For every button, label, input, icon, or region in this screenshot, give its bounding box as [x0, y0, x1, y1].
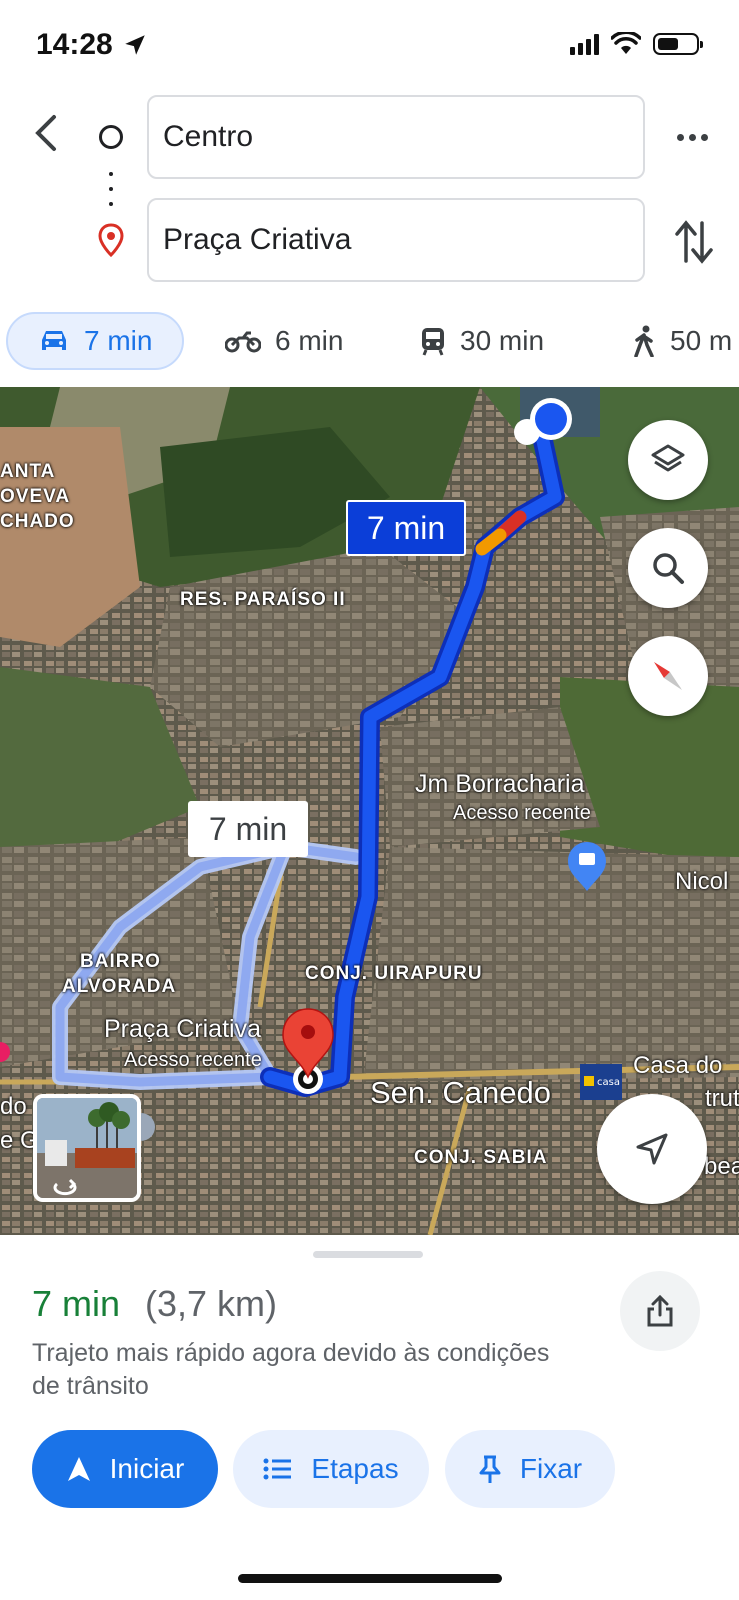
pin-trip-button[interactable]: Fixar	[445, 1430, 615, 1508]
place-jm-borracharia[interactable]: Jm Borracharia	[415, 770, 585, 799]
map-label-conj-uirapuru: CONJ. UIRAPURU	[305, 963, 483, 984]
map-label-bairro: BAIRRO	[80, 951, 161, 972]
transit-icon	[422, 328, 444, 356]
location-arrow-icon	[125, 35, 145, 55]
steps-button[interactable]: Etapas	[233, 1430, 429, 1508]
compass-icon	[654, 662, 682, 690]
route-description: Trajeto mais rápido agora devido às cond…	[32, 1339, 550, 1400]
more-options-button[interactable]	[668, 120, 716, 154]
map-label-santa-genoveva-1: ANTA	[0, 461, 56, 482]
pin-label: Fixar	[519, 1453, 583, 1484]
tab-motorcycle-label: 6 min	[275, 325, 344, 356]
start-label: Iniciar	[109, 1453, 185, 1484]
origin-input[interactable]: Centro	[147, 95, 645, 179]
swap-directions-button[interactable]	[672, 217, 716, 267]
status-time: 14:28	[36, 28, 113, 61]
navigation-arrow-icon	[636, 1133, 668, 1165]
map-label-alvorada: ALVORADA	[62, 976, 177, 997]
origin-circle-icon	[99, 125, 123, 149]
route-distance: (3,7 km)	[145, 1283, 278, 1324]
travel-mode-tabs: 7 min 6 min 30 min 50 m	[0, 312, 739, 372]
place-jm-borracharia-sub: Acesso recente	[453, 802, 591, 824]
map-label-bea: bea	[704, 1153, 739, 1180]
car-icon	[42, 331, 66, 350]
eta-time: 7 min	[32, 1283, 121, 1324]
destination-input[interactable]: Praça Criativa	[147, 198, 645, 282]
map-label-santa-genoveva-2: OVEVA	[0, 486, 71, 507]
search-icon	[653, 553, 684, 584]
place-praca-criativa[interactable]: Praça Criativa	[104, 1015, 261, 1044]
route-time-badge-alternative[interactable]: 7 min	[188, 801, 308, 857]
map-label-nicol: Nicol	[675, 868, 729, 895]
layers-button[interactable]	[628, 420, 708, 500]
map-label-sen-canedo: Sen. Canedo	[370, 1075, 551, 1110]
tab-walk[interactable]: 50 m	[632, 312, 732, 370]
destination-pin-icon	[98, 223, 124, 257]
tab-car-label: 7 min	[84, 325, 153, 356]
navigation-arrow-icon	[67, 1457, 90, 1481]
street-view-thumbnail[interactable]	[33, 1094, 141, 1202]
layers-icon	[651, 444, 685, 472]
compass-button[interactable]	[628, 636, 708, 716]
status-bar: 14:28	[0, 0, 739, 90]
share-icon	[647, 1294, 673, 1327]
tab-transit[interactable]: 30 min	[420, 312, 544, 370]
map-label-santa-genoveva-3: CHADO	[0, 511, 75, 532]
directions-bottom-sheet[interactable]: 7 min (3,7 km) Trajeto mais rápido agora…	[0, 1237, 739, 1600]
sheet-drag-handle[interactable]	[313, 1251, 423, 1258]
walk-icon	[634, 325, 654, 357]
tab-car[interactable]: 7 min	[6, 312, 184, 370]
my-location-button[interactable]	[597, 1094, 707, 1204]
home-indicator[interactable]	[238, 1574, 502, 1583]
route-time-badge-primary[interactable]: 7 min	[346, 500, 466, 556]
battery-icon	[653, 33, 703, 55]
map-label-conj-sabia: CONJ. SABIA	[414, 1147, 548, 1168]
tab-transit-label: 30 min	[460, 325, 545, 356]
map-label-trut: trut	[705, 1085, 739, 1112]
list-icon	[263, 1458, 292, 1480]
status-indicators	[570, 32, 703, 56]
search-along-route-button[interactable]	[628, 528, 708, 608]
casa-logo-text: casa	[597, 1077, 620, 1088]
map-label-res-paraiso: RES. PARAÍSO II	[180, 589, 346, 610]
motorcycle-icon	[225, 331, 261, 353]
wifi-icon	[611, 32, 641, 54]
map-view[interactable]: casa ANTA OVEVA CHADO RES. PARAÍSO II BA…	[0, 387, 739, 1235]
map-label-casa-do: Casa do	[633, 1052, 723, 1079]
tab-motorcycle[interactable]: 6 min	[225, 312, 343, 370]
place-praca-criativa-sub: Acesso recente	[124, 1049, 262, 1071]
street-view-image	[37, 1098, 137, 1198]
map-label-do-edge: do	[0, 1093, 27, 1120]
steps-label: Etapas	[311, 1453, 399, 1484]
start-navigation-button[interactable]: Iniciar	[32, 1430, 218, 1508]
back-arrow-icon	[35, 115, 56, 151]
route-connector-dots	[109, 172, 113, 206]
back-button[interactable]	[26, 108, 66, 158]
cellular-signal-icon	[570, 33, 599, 55]
pin-icon	[479, 1455, 501, 1483]
share-button[interactable]	[620, 1271, 700, 1351]
tab-walk-label: 50 m	[670, 325, 733, 356]
